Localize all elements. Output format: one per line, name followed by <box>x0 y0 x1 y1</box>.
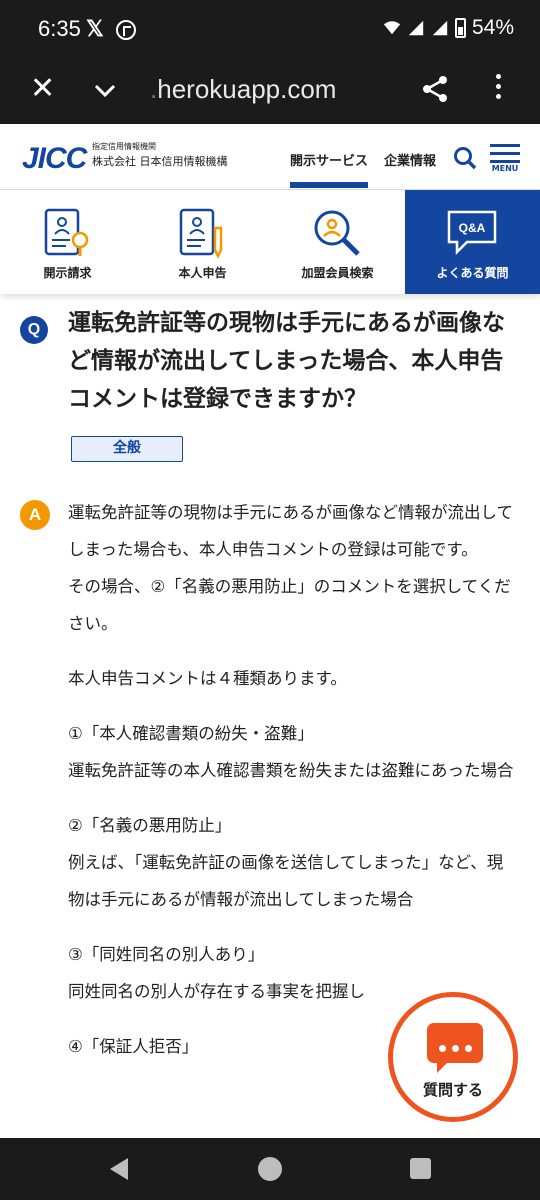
sync-icon <box>116 20 136 40</box>
answer-paragraph: 本人申告コメントは４種類あります。 <box>68 669 347 688</box>
chat-bubble-icon <box>427 1023 483 1073</box>
self-declaration-icon <box>179 208 223 259</box>
share-icon[interactable] <box>420 74 450 104</box>
comment-type-desc: 例えば、「運転免許証の画像を送信してしまった」など、現物は手元にあるが情報が流出… <box>68 853 504 909</box>
tab-label: 本人申告 <box>178 266 227 280</box>
comment-type-title: ①「本人確認書類の紛失・盗難」 <box>68 724 314 743</box>
wifi-icon <box>383 21 401 35</box>
search-icon[interactable] <box>453 146 477 170</box>
battery-icon <box>454 18 466 38</box>
tab-faq[interactable]: Q&A よくある質問 <box>405 190 540 294</box>
jicc-logo[interactable]: JICC <box>22 142 87 176</box>
chevron-down-icon[interactable] <box>93 78 117 102</box>
status-time: 6:35 <box>38 16 81 41</box>
signal-icon <box>408 20 424 36</box>
menu-label[interactable]: MENU <box>490 164 520 173</box>
nav-disclosure-services[interactable]: 開示サービス <box>290 150 368 169</box>
faq-icon: Q&A <box>447 210 497 256</box>
comment-type-title: ③「同姓同名の別人あり」 <box>68 945 265 964</box>
back-icon[interactable] <box>110 1158 128 1180</box>
site-header: JICC 指定信用情報機関 株式会社 日本信用情報機構 開示サービス 企業情報 … <box>0 124 540 190</box>
battery-percent: 54% <box>471 16 514 39</box>
question-badge: Q <box>20 316 48 344</box>
url-field[interactable]: .herokuapp.com <box>150 74 336 105</box>
tab-label: 加盟会員検索 <box>301 266 374 280</box>
logo-subtitle-2: 株式会社 日本信用情報機構 <box>92 155 228 168</box>
browser-toolbar: ✕ .herokuapp.com <box>0 60 540 124</box>
more-options-icon[interactable] <box>494 74 502 104</box>
answer-paragraph: 運転免許証等の現物は手元にあるが画像など情報が流出してしまった場合も、本人申告コ… <box>68 503 514 559</box>
system-nav-bar <box>0 1138 540 1200</box>
tab-self-declaration[interactable]: 本人申告 <box>135 190 270 294</box>
tab-disclosure-request[interactable]: 開示請求 <box>0 190 135 294</box>
faq-icon-text: Q&A <box>459 221 486 235</box>
nav-company-info[interactable]: 企業情報 <box>384 150 436 169</box>
home-icon[interactable] <box>258 1157 282 1181</box>
category-tag[interactable]: 全般 <box>71 436 183 462</box>
answer-body: 運転免許証等の現物は手元にあるが画像など情報が流出してしまった場合も、本人申告コ… <box>68 494 516 1065</box>
answer-badge: A <box>20 500 50 530</box>
answer-paragraph: その場合、②「名義の悪用防止」のコメントを選択してください。 <box>68 577 511 633</box>
signal-icon-2 <box>432 20 448 36</box>
disclosure-request-icon <box>44 208 89 256</box>
x-app-icon: 𝕏 <box>86 16 104 41</box>
ask-question-button[interactable]: 質問する <box>388 992 518 1122</box>
comment-type-title: ②「名義の悪用防止」 <box>68 816 232 835</box>
question-text: 運転免許証等の現物は手元にあるが画像など情報が流出してしまった場合、本人申告コメ… <box>68 310 505 412</box>
recent-apps-icon[interactable] <box>410 1158 431 1179</box>
member-search-icon <box>314 210 360 256</box>
comment-type-desc: 運転免許証等の本人確認書類を紛失または盗難にあった場合 <box>68 761 514 780</box>
nav-active-indicator <box>290 182 368 188</box>
url-domain: herokuapp.com <box>157 74 337 104</box>
tab-label: よくある質問 <box>436 266 509 280</box>
category-tabs: 開示請求 本人申告 加盟会員検索 Q&A よくある質問 <box>0 190 540 294</box>
logo-subtitle-1: 指定信用情報機関 <box>92 142 156 151</box>
status-bar: 6:35 𝕏 54% <box>0 0 540 60</box>
tab-member-search[interactable]: 加盟会員検索 <box>270 190 405 294</box>
close-icon[interactable]: ✕ <box>30 74 55 104</box>
status-indicators: 54% <box>383 16 514 40</box>
tab-label: 開示請求 <box>43 266 92 280</box>
ask-question-label: 質問する <box>422 1081 483 1099</box>
